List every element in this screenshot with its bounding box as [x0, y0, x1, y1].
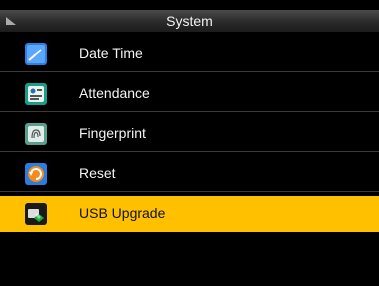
menu-item-reset[interactable]: Reset — [0, 156, 379, 192]
menu-item-label: Attendance — [79, 85, 150, 101]
menu-item-fingerprint[interactable]: Fingerprint — [0, 116, 379, 152]
menu-item-label: Reset — [79, 165, 116, 181]
menu-item-usb-upgrade[interactable]: USB Upgrade — [0, 196, 379, 232]
system-menu-screen: System Date Time Attendance Fingerprint … — [0, 0, 379, 286]
reset-icon — [25, 163, 47, 185]
attendance-icon — [25, 83, 47, 105]
back-icon[interactable] — [6, 17, 16, 25]
usb-icon — [25, 203, 47, 225]
menu-list: Date Time Attendance Fingerprint Reset U… — [0, 36, 379, 236]
menu-item-label: USB Upgrade — [79, 205, 166, 221]
menu-item-label: Date Time — [79, 45, 143, 61]
fingerprint-icon — [25, 123, 47, 145]
page-title: System — [166, 13, 213, 29]
clock-icon — [25, 43, 47, 65]
menu-item-label: Fingerprint — [79, 125, 146, 141]
menu-item-attendance[interactable]: Attendance — [0, 76, 379, 112]
title-bar: System — [0, 10, 379, 32]
menu-item-date-time[interactable]: Date Time — [0, 36, 379, 72]
